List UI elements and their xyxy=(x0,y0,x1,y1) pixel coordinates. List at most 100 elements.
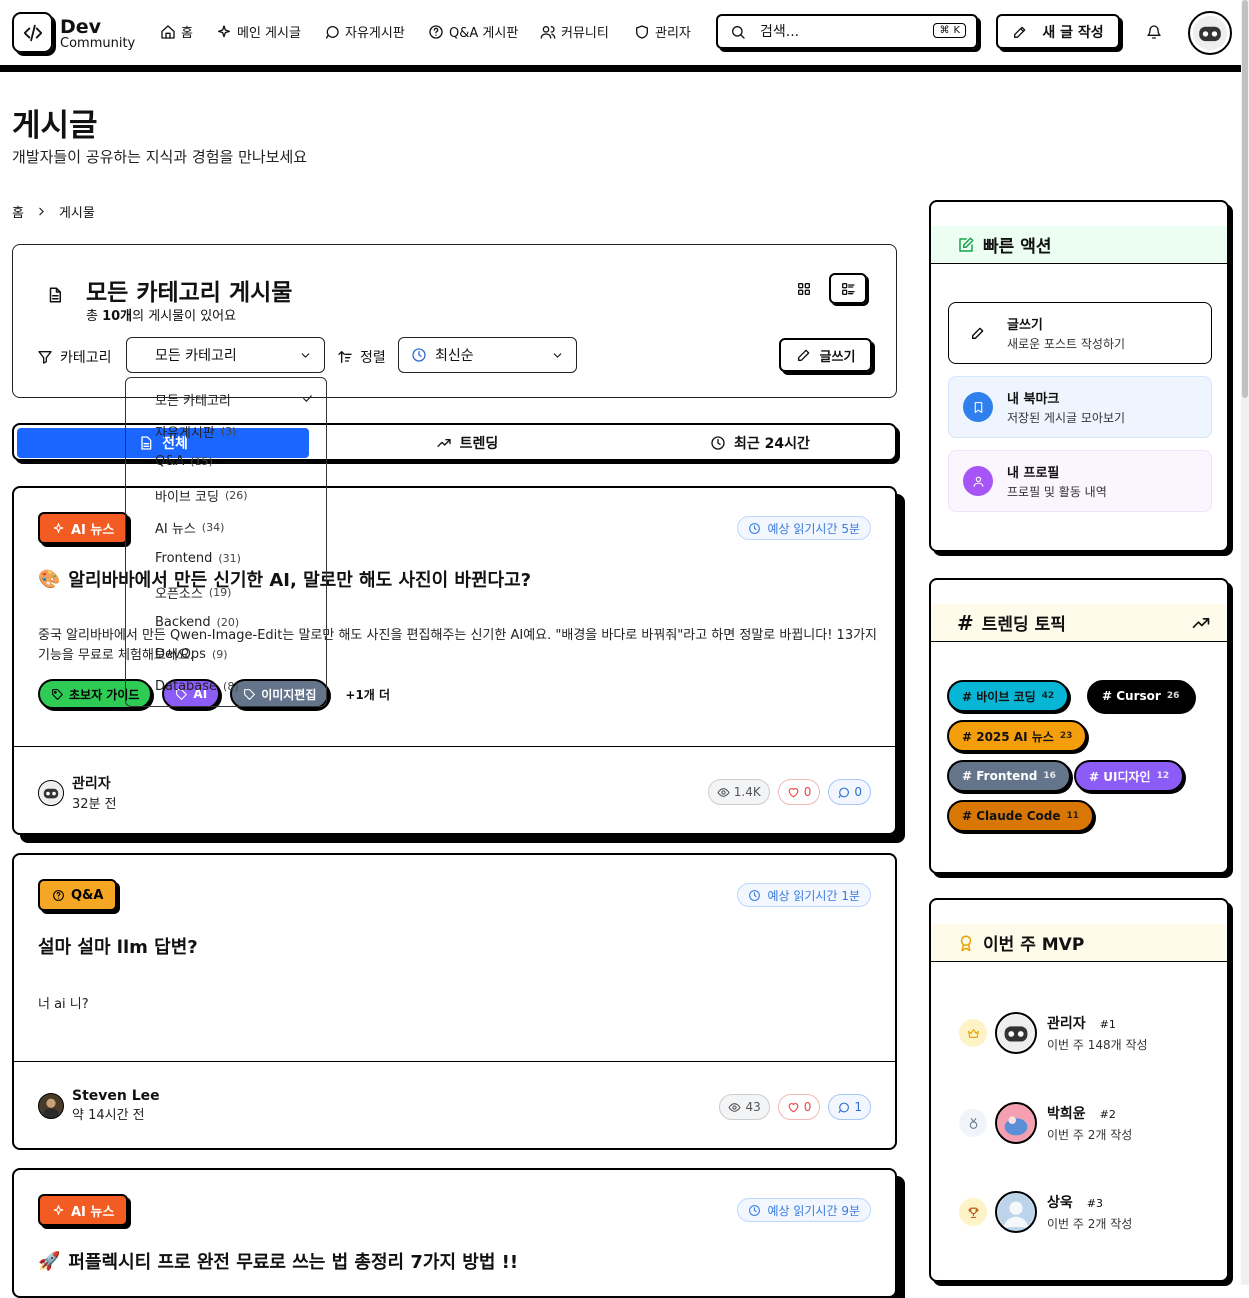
comment-button[interactable]: 1 xyxy=(828,1094,871,1120)
sort-icon xyxy=(338,351,352,363)
clock-icon xyxy=(749,1204,761,1216)
logo-subtitle: Community xyxy=(60,36,136,51)
quick-action-profile[interactable]: 내 프로필 프로필 및 활동 내역 xyxy=(948,450,1212,512)
bookmark-icon xyxy=(963,392,993,422)
view-count: 43 xyxy=(719,1094,770,1120)
top-header: Dev Community 홈 메인 게시글 자유게시판 Q&A 게시판 커뮤니… xyxy=(0,0,1241,72)
topic-chip[interactable]: # 바이브 코딩 42 xyxy=(947,680,1070,712)
edit-icon xyxy=(1014,26,1026,38)
help-circle-icon xyxy=(53,889,64,901)
logo-title[interactable]: Dev xyxy=(60,18,101,37)
tab-trending[interactable]: 트렌딩 xyxy=(321,428,613,458)
category-badge[interactable]: Q&A xyxy=(38,879,118,911)
post-title[interactable]: 🚀 퍼플렉시티 프로 완전 무료로 쓰는 법 총정리 7가지 방법 !! xyxy=(38,1248,518,1274)
topic-chip[interactable]: # Frontend 16 xyxy=(947,760,1071,792)
post-title[interactable]: 설마 설마 llm 답변? xyxy=(38,933,198,959)
search-input[interactable] xyxy=(760,23,910,40)
avatar xyxy=(995,1191,1037,1233)
mvp-item[interactable]: 관리자 #1 이번 주 148개 작성 xyxy=(959,1012,1148,1054)
nav-main-posts[interactable]: 메인 게시글 xyxy=(216,22,301,41)
more-tags[interactable]: +1개 더 xyxy=(345,686,390,703)
clock-icon xyxy=(749,522,761,534)
breadcrumb: 홈 게시물 xyxy=(12,202,95,221)
category-filter-label: 카테고리 xyxy=(37,347,112,367)
tab-recent-24h[interactable]: 최근 24시간 xyxy=(614,428,906,458)
hash-icon: # xyxy=(957,610,974,635)
page-title: 게시글 xyxy=(12,108,98,144)
panel-header: 이번 주 MVP xyxy=(931,924,1227,962)
dropdown-item[interactable]: Backend (20) xyxy=(155,615,239,630)
post-author[interactable]: 관리자 32분 전 xyxy=(38,773,117,812)
chevron-right-icon xyxy=(39,207,44,216)
write-button[interactable]: 글쓰기 xyxy=(779,338,872,372)
topic-chip[interactable]: # UI디자인 12 xyxy=(1074,760,1185,792)
category-dropdown: 모든 카테고리 자유게시판 (3) Q&A (15) 바이브 코딩 (26) AI 뉴… xyxy=(125,377,327,707)
page-subtitle: 개발자들이 공유하는 지식과 경험을 만나보세요 xyxy=(12,148,308,166)
post-stats: 1.4K 0 0 xyxy=(707,779,871,805)
eye-icon xyxy=(728,1102,741,1112)
chevron-down-icon xyxy=(301,352,310,358)
new-post-button[interactable]: 새 글 작성 xyxy=(996,14,1120,49)
command-icon: ⌘ xyxy=(939,25,950,36)
breadcrumb-current: 게시물 xyxy=(58,206,95,221)
trending-topics-panel: # 트렌딩 토픽 # 바이브 코딩 42 # Cursor 26 # 2025 AI… xyxy=(929,578,1229,874)
divider xyxy=(14,746,895,747)
sparkles-icon xyxy=(53,1204,64,1215)
post-card[interactable]: AI 뉴스 예상 읽기시간 9분 🚀 퍼플렉시티 프로 완전 무료로 쓰는 법 총… xyxy=(12,1168,897,1298)
like-button[interactable]: 0 xyxy=(777,779,821,805)
category-badge[interactable]: AI 뉴스 xyxy=(38,1194,129,1226)
weekly-mvp-panel: 이번 주 MVP 관리자 #1 이번 주 148개 작성 박희윤 #2 이번 주 2개 … xyxy=(929,898,1229,1282)
list-view-button[interactable] xyxy=(829,273,867,304)
chevron-down-icon xyxy=(553,352,562,358)
comment-icon xyxy=(838,787,850,798)
nav-free-board[interactable]: 자유게시판 xyxy=(324,22,405,41)
bell-icon[interactable] xyxy=(1146,24,1162,40)
nav-qa-board[interactable]: Q&A 게시판 xyxy=(428,22,518,41)
post-card[interactable]: Q&A 예상 읽기시간 1분 설마 설마 llm 답변? 너 ai 니? Ste… xyxy=(12,853,897,1150)
dropdown-item[interactable]: 모든 카테고리 xyxy=(155,390,231,409)
dropdown-item[interactable]: 바이브 코딩 (26) xyxy=(155,486,248,505)
topic-chip[interactable]: # Cursor 26 xyxy=(1087,680,1195,712)
panel-header: 빠른 액션 xyxy=(931,226,1227,264)
dropdown-item[interactable]: DevOps (9) xyxy=(155,647,228,662)
topic-chip[interactable]: # 2025 AI 뉴스 23 xyxy=(947,720,1088,752)
help-circle-icon xyxy=(429,24,443,39)
breadcrumb-home[interactable]: 홈 xyxy=(12,202,24,221)
users-icon xyxy=(540,25,556,39)
nav-admin[interactable]: 관리자 xyxy=(634,22,691,41)
quick-action-bookmarks[interactable]: 내 북마크 저장된 게시글 모아보기 xyxy=(948,376,1212,438)
sort-select[interactable]: 최신순 xyxy=(398,337,577,373)
like-button[interactable]: 0 xyxy=(777,1094,821,1120)
nav-home[interactable]: 홈 xyxy=(160,22,193,41)
nav-community[interactable]: 커뮤니티 xyxy=(540,22,609,41)
user-avatar[interactable] xyxy=(1188,11,1232,55)
category-badge[interactable]: AI 뉴스 xyxy=(38,512,129,544)
mvp-item[interactable]: 상욱 #3 이번 주 2개 작성 xyxy=(959,1191,1132,1233)
panel-header: # 트렌딩 토픽 xyxy=(931,604,1227,642)
quick-action-write[interactable]: 글쓰기 새로운 포스트 작성하기 xyxy=(948,302,1212,364)
dropdown-item[interactable]: Frontend (31) xyxy=(155,551,241,566)
comment-button[interactable]: 0 xyxy=(828,779,871,805)
post-stats: 43 0 1 xyxy=(719,1094,871,1120)
crown-icon xyxy=(959,1019,987,1047)
view-count: 1.4K xyxy=(707,779,770,805)
scrollbar-thumb[interactable] xyxy=(1242,0,1248,398)
shield-icon xyxy=(636,24,648,39)
logo-icon[interactable] xyxy=(12,12,53,53)
mvp-item[interactable]: 박희윤 #2 이번 주 2개 작성 xyxy=(959,1102,1132,1144)
dropdown-item[interactable]: 오픈소스 (19) xyxy=(155,583,231,602)
clock-icon xyxy=(749,889,761,901)
dropdown-item[interactable]: 자유게시판 (3) xyxy=(155,422,236,441)
user-icon xyxy=(963,466,993,496)
post-author[interactable]: Steven Lee 약 14시간 전 xyxy=(38,1088,160,1123)
search-box[interactable]: ⌘K xyxy=(716,14,978,49)
robot-avatar-icon xyxy=(997,1014,1035,1052)
chat-bubble-icon xyxy=(326,25,339,39)
grid-view-button[interactable] xyxy=(785,273,823,304)
topic-chip[interactable]: # Claude Code 11 xyxy=(947,800,1095,832)
dropdown-item[interactable]: Q&A (15) xyxy=(155,454,213,469)
dropdown-item[interactable]: AI 뉴스 (34) xyxy=(155,518,224,537)
dropdown-item[interactable]: Database (8) xyxy=(155,679,239,694)
category-select[interactable]: 모든 카테고리 xyxy=(126,337,325,373)
edit-icon xyxy=(959,237,974,252)
